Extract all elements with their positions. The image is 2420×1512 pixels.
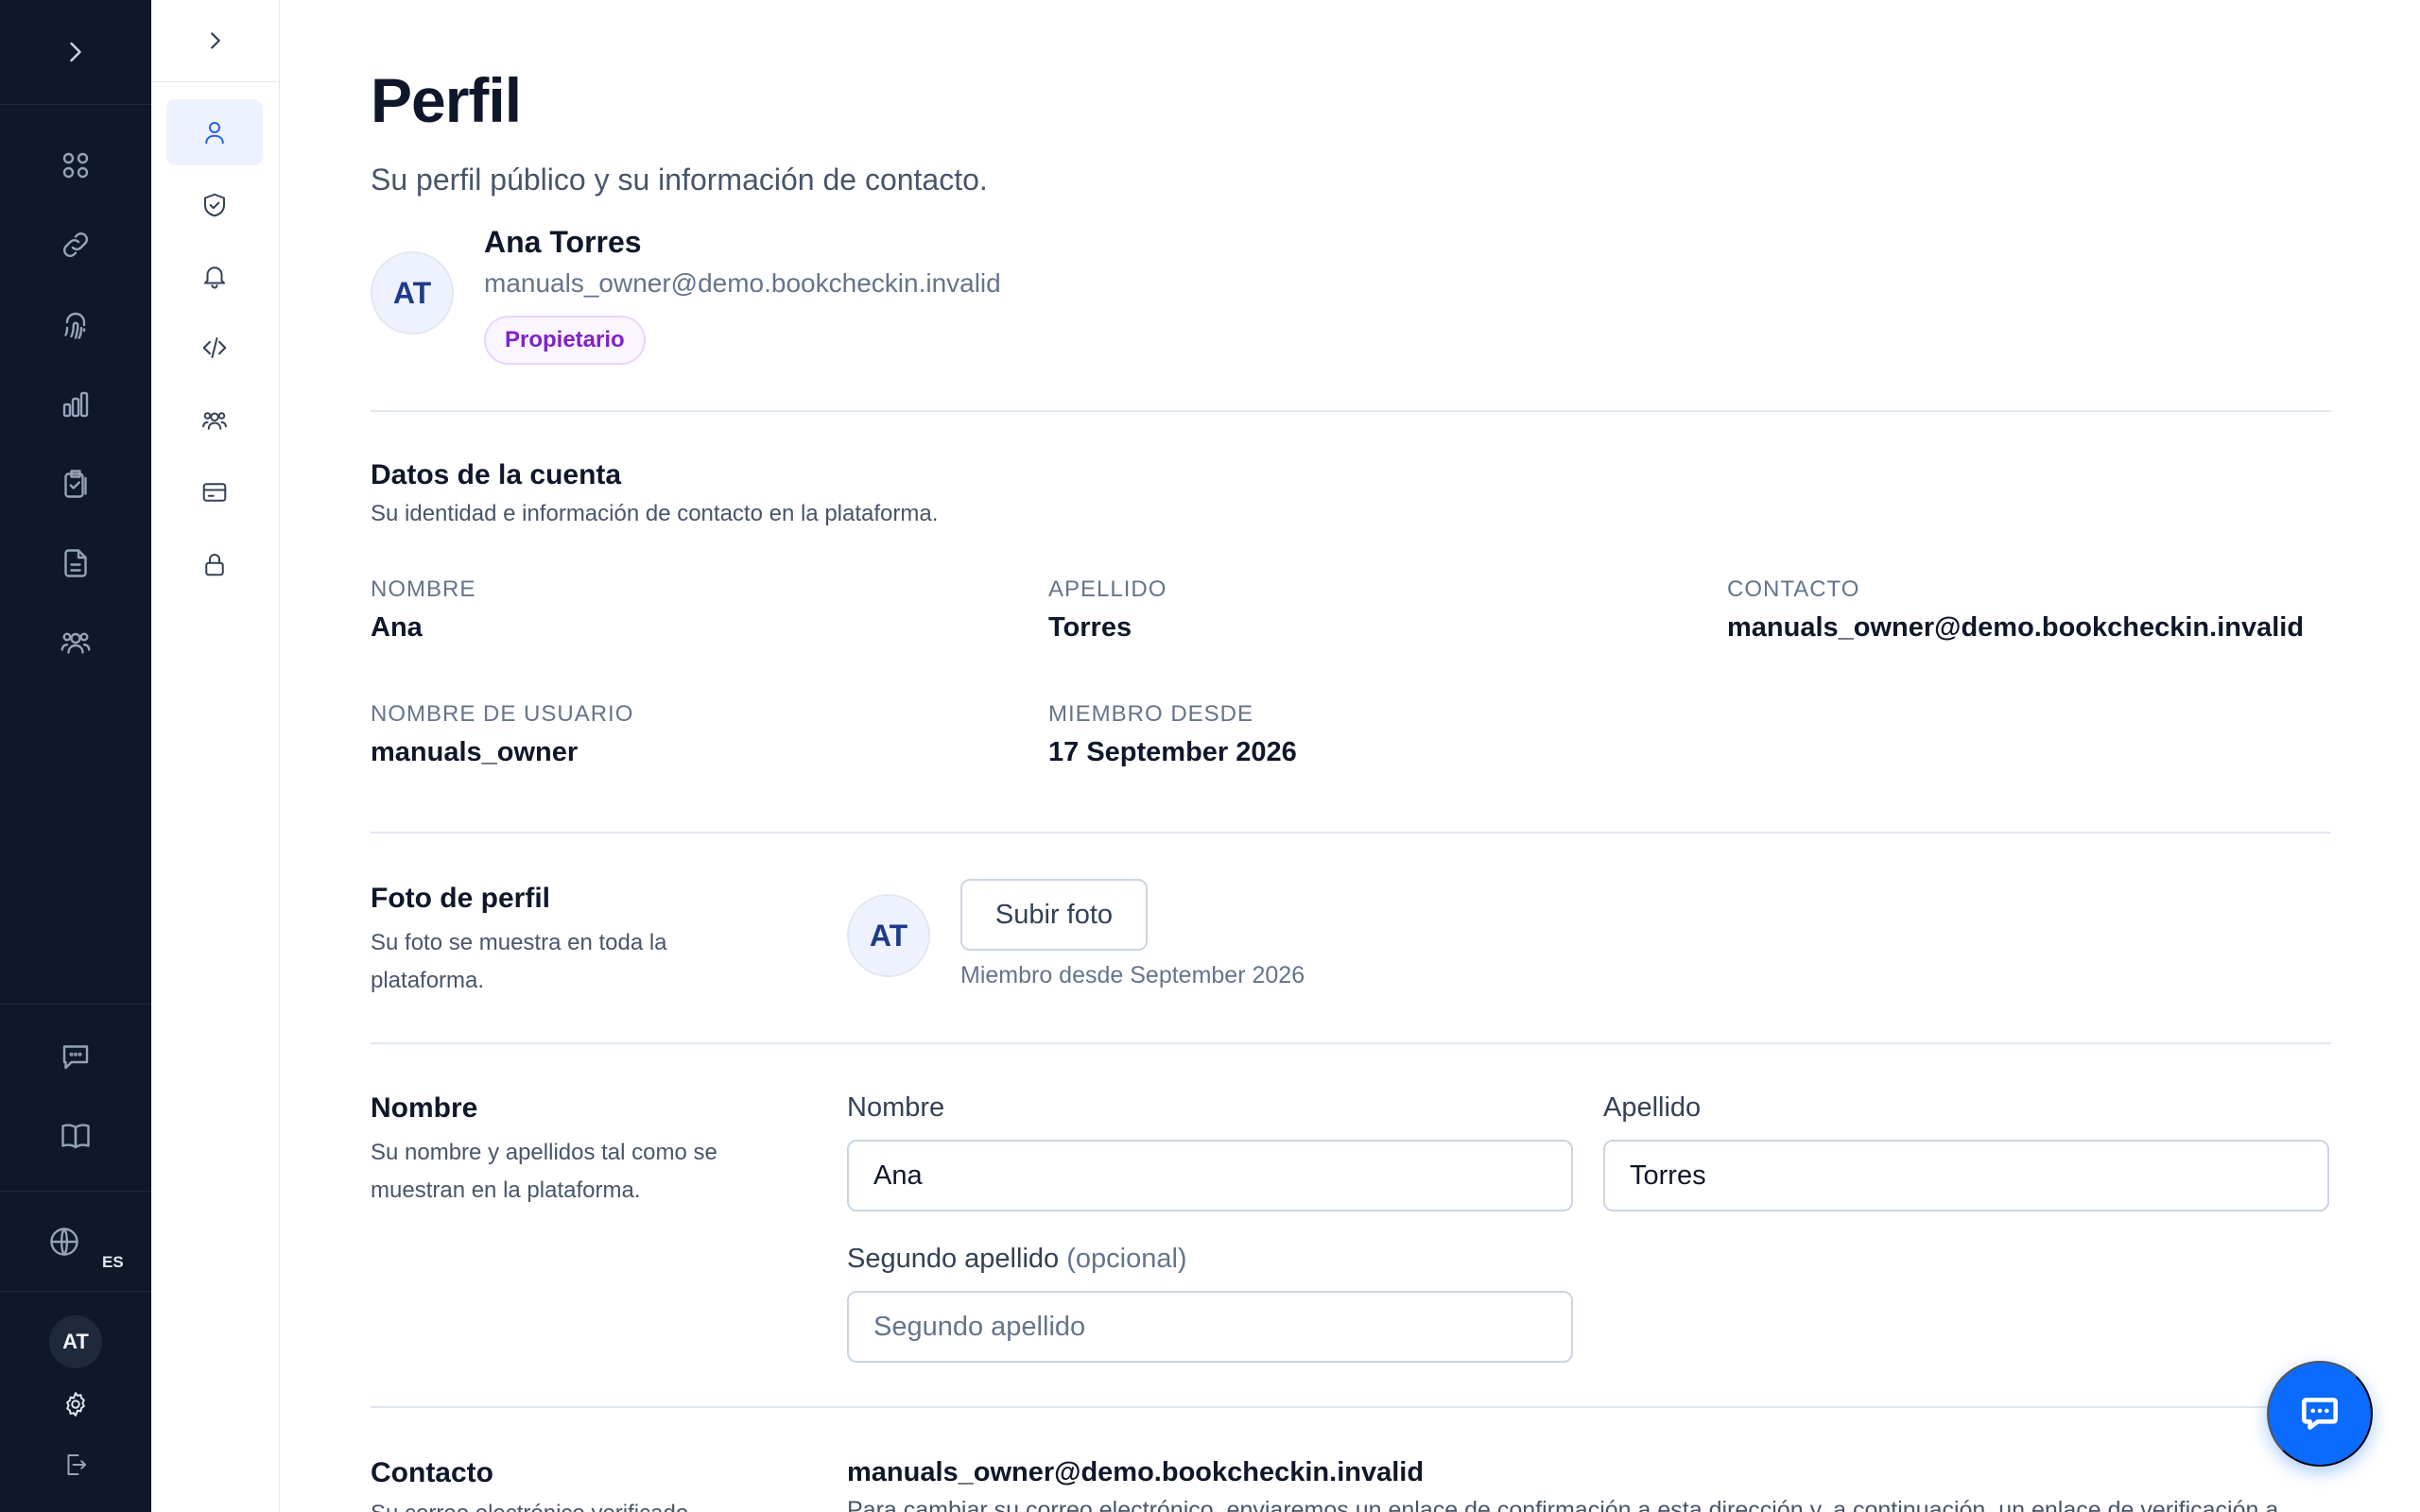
- section-divider: [371, 410, 2331, 412]
- photo-member-since: Miembro desde September 2026: [960, 962, 1305, 988]
- name-section-description-line1: Su nombre y apellidos tal como se: [371, 1140, 717, 1165]
- last-name-label: APELLIDO: [1048, 576, 1167, 602]
- rail-item-links[interactable]: [0, 216, 151, 273]
- clipboard-check-icon: [64, 470, 87, 498]
- user-icon: [205, 122, 224, 145]
- rail-expand-button[interactable]: [0, 0, 151, 105]
- language-code: ES: [102, 1253, 124, 1271]
- last-name-input-label: Apellido: [1603, 1092, 1702, 1123]
- link-icon: [63, 232, 88, 257]
- rail-item-manual[interactable]: [0, 1108, 151, 1164]
- contact-section-title: Contacto: [371, 1457, 493, 1488]
- book-icon: [61, 1124, 90, 1149]
- app-rail: ES AT: [0, 0, 151, 1512]
- chevron-right-icon: [211, 32, 220, 49]
- account-section-description: Su identidad e información de contacto e…: [371, 501, 939, 526]
- name-section-title: Nombre: [371, 1092, 478, 1124]
- contact-email: manuals_owner@demo.bookcheckin.invalid: [847, 1457, 1425, 1487]
- language-switcher[interactable]: [0, 1213, 151, 1270]
- bell-icon: [204, 266, 225, 289]
- section-divider: [371, 832, 2331, 833]
- photo-section-description-line2: plataforma.: [371, 968, 485, 993]
- photo-section-title: Foto de perfil: [371, 883, 550, 914]
- first-name-value: Ana: [371, 612, 423, 643]
- last-name-value: Torres: [1048, 612, 1132, 643]
- rail-item-biometrics[interactable]: [0, 297, 151, 353]
- shield-check-icon: [204, 193, 225, 217]
- subnav-item-billing[interactable]: [166, 459, 263, 525]
- profile-avatar: AT: [371, 251, 454, 335]
- subnav-expand-button[interactable]: [151, 0, 280, 82]
- rail-item-logout[interactable]: [0, 1436, 151, 1493]
- rail-item-documents[interactable]: [0, 535, 151, 592]
- member-since-value: 17 September 2026: [1048, 737, 1297, 767]
- team-icon: [202, 412, 227, 430]
- name-section-description-line2: muestran en la plataforma.: [371, 1177, 641, 1203]
- photo-section-description-line1: Su foto se muestra en toda la: [371, 930, 667, 955]
- globe-icon: [50, 1228, 78, 1256]
- profile-name: Ana Torres: [484, 225, 642, 259]
- rail-item-reports[interactable]: [0, 376, 151, 433]
- rail-item-guests[interactable]: [0, 614, 151, 671]
- optional-hint: (opcional): [1066, 1244, 1187, 1274]
- chat-bubble-icon: [2302, 1398, 2338, 1430]
- page-subtitle: Su perfil público y su información de co…: [371, 163, 988, 197]
- first-name-input[interactable]: [847, 1140, 1573, 1211]
- contact-change-note: Para cambiar su correo electrónico, envi…: [847, 1497, 2279, 1512]
- grid-icon: [62, 152, 89, 179]
- role-badge: Propietario: [484, 316, 646, 365]
- second-last-name-input[interactable]: [847, 1291, 1573, 1363]
- profile-email: manuals_owner@demo.bookcheckin.invalid: [484, 268, 1001, 298]
- account-section-title: Datos de la cuenta: [371, 459, 622, 490]
- settings-subnav: [151, 0, 280, 1512]
- upload-photo-button[interactable]: Subir foto: [960, 879, 1148, 951]
- rail-item-checkins[interactable]: [0, 455, 151, 512]
- bar-chart-icon: [62, 391, 89, 418]
- fingerprint-icon: [64, 312, 86, 339]
- username-label: NOMBRE DE USUARIO: [371, 701, 634, 727]
- lock-icon: [205, 554, 224, 576]
- logout-icon: [67, 1454, 86, 1475]
- code-icon: [202, 337, 227, 358]
- rail-item-settings[interactable]: [0, 1376, 151, 1433]
- last-name-input[interactable]: [1603, 1140, 2329, 1211]
- second-last-name-label-text: Segundo apellido: [847, 1244, 1060, 1274]
- settings-icon: [66, 1392, 85, 1417]
- rail-divider: [0, 1291, 151, 1292]
- document-icon: [64, 549, 87, 577]
- subnav-item-profile[interactable]: [166, 99, 263, 165]
- profile-page: Perfil Su perfil público y su informació…: [371, 0, 2331, 1512]
- section-divider: [371, 1042, 2331, 1044]
- photo-avatar: AT: [847, 894, 930, 977]
- credit-card-icon: [202, 483, 227, 502]
- rail-divider: [0, 1004, 151, 1005]
- username-value: manuals_owner: [371, 737, 579, 767]
- subnav-item-privacy[interactable]: [166, 531, 263, 597]
- subnav-item-notifications[interactable]: [166, 243, 263, 309]
- rail-item-dashboard[interactable]: [0, 137, 151, 194]
- support-chat-button[interactable]: [2267, 1361, 2373, 1467]
- subnav-item-security[interactable]: [166, 172, 263, 238]
- contact-section-description: Su correo electrónico verificado: [371, 1501, 688, 1512]
- member-since-label: MIEMBRO DESDE: [1048, 701, 1254, 727]
- page-title: Perfil: [371, 65, 522, 135]
- contact-value: manuals_owner@demo.bookcheckin.invalid: [1727, 612, 2305, 643]
- second-last-name-label: Segundo apellido (opcional): [847, 1244, 1187, 1275]
- first-name-input-label: Nombre: [847, 1092, 945, 1123]
- section-divider: [371, 1406, 2331, 1408]
- users-icon: [60, 632, 91, 654]
- subnav-item-team[interactable]: [166, 387, 263, 454]
- subnav-item-developer[interactable]: [166, 315, 263, 381]
- chat-icon: [62, 1045, 89, 1070]
- rail-item-support-chat[interactable]: [0, 1028, 151, 1085]
- rail-divider: [0, 1191, 151, 1192]
- chevron-right-icon: [70, 42, 81, 62]
- user-avatar[interactable]: AT: [49, 1315, 102, 1368]
- first-name-label: NOMBRE: [371, 576, 476, 602]
- contact-label: CONTACTO: [1727, 576, 1860, 602]
